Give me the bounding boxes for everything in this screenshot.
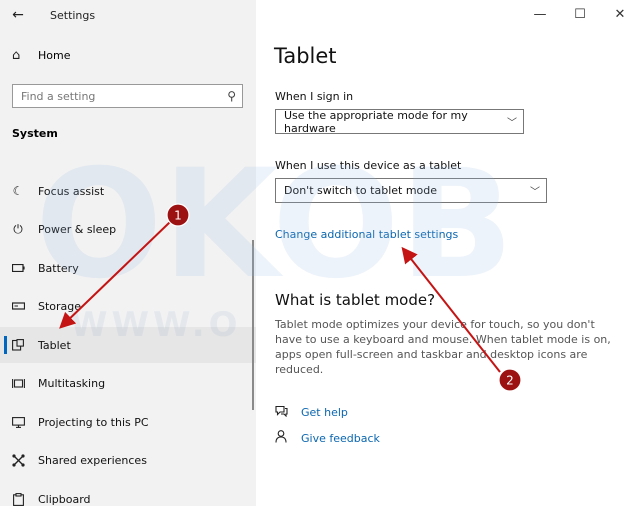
sidebar-item-storage[interactable]: Storage — [0, 288, 256, 324]
sign-in-value: Use the appropriate mode for my hardware — [284, 108, 468, 135]
home-label: Home — [38, 49, 71, 62]
close-button[interactable]: ✕ — [600, 0, 640, 28]
chevron-down-icon: ﹀ — [530, 187, 540, 198]
title-bar: ← Settings — [0, 0, 256, 30]
sidebar-item-label: Projecting to this PC — [38, 415, 149, 429]
window-controls: — ☐ ✕ — [520, 0, 640, 28]
sidebar-scrollbar[interactable] — [252, 240, 254, 410]
home-nav[interactable]: ⌂ Home — [12, 48, 70, 63]
sidebar-item-label: Clipboard — [38, 492, 91, 506]
battery-icon — [10, 264, 26, 272]
sidebar-item-label: Power & sleep — [38, 222, 117, 236]
search-icon: ⚲ — [227, 89, 236, 103]
change-tablet-settings-link[interactable]: Change additional tablet settings — [275, 228, 458, 241]
search-input[interactable]: Find a setting ⚲ — [12, 84, 243, 108]
get-help-link[interactable]: Get help — [301, 406, 348, 419]
minimize-button[interactable]: — — [520, 0, 560, 28]
tablet-mode-description: Tablet mode optimizes your device for to… — [275, 318, 611, 376]
home-icon: ⌂ — [12, 48, 21, 63]
what-is-tablet-mode-heading: What is tablet mode? — [275, 291, 436, 309]
projecting-icon — [10, 416, 26, 428]
search-placeholder: Find a setting — [21, 89, 96, 103]
page-title: Tablet — [274, 44, 337, 68]
sign-in-label: When I sign in — [275, 90, 354, 103]
sidebar-item-tablet[interactable]: Tablet — [0, 327, 256, 363]
sidebar-item-label: Storage — [38, 299, 82, 313]
sidebar-item-multitasking[interactable]: Multitasking — [0, 365, 256, 401]
sidebar-item-label: Tablet — [38, 338, 71, 352]
sidebar-item-power-sleep[interactable]: ⏻ Power & sleep — [0, 211, 256, 247]
main-content: — ☐ ✕ Tablet When I sign in Use the appr… — [256, 0, 640, 506]
sidebar-item-battery[interactable]: Battery — [0, 250, 256, 286]
power-icon: ⏻ — [13, 221, 23, 236]
sidebar-item-label: Focus assist — [38, 184, 105, 198]
back-arrow-icon: ← — [12, 7, 24, 23]
shared-experiences-icon — [10, 453, 26, 467]
sidebar-item-projecting[interactable]: Projecting to this PC — [0, 404, 256, 440]
get-help-row[interactable]: Get help — [275, 405, 348, 420]
sidebar-item-label: Multitasking — [38, 376, 106, 390]
help-chat-icon — [275, 405, 291, 420]
sidebar-item-label: Battery — [38, 261, 79, 275]
sidebar-item-label: Shared experiences — [38, 453, 147, 467]
sign-in-dropdown[interactable]: Use the appropriate mode for my hardware… — [275, 108, 524, 135]
give-feedback-link[interactable]: Give feedback — [301, 432, 380, 445]
window-title: Settings — [50, 8, 96, 22]
sidebar-item-focus-assist[interactable]: ☾ Focus assist — [0, 173, 256, 209]
as-tablet-dropdown[interactable]: Don't switch to tablet mode ﹀ — [275, 178, 547, 203]
clipboard-icon — [10, 492, 26, 506]
sidebar: ← Settings ⌂ Home Find a setting ⚲ Syste… — [0, 0, 256, 506]
sidebar-item-clipboard[interactable]: Clipboard — [0, 481, 256, 506]
maximize-button[interactable]: ☐ — [560, 0, 600, 28]
section-label: System — [12, 127, 58, 140]
feedback-person-icon — [275, 430, 291, 446]
storage-icon — [10, 302, 26, 310]
tablet-icon — [10, 339, 26, 351]
give-feedback-row[interactable]: Give feedback — [275, 430, 380, 446]
moon-icon: ☾ — [12, 184, 24, 198]
chevron-down-icon: ﹀ — [507, 118, 517, 129]
sidebar-item-shared-experiences[interactable]: Shared experiences — [0, 442, 256, 478]
back-button[interactable]: ← — [0, 0, 36, 30]
multitasking-icon — [10, 378, 26, 389]
as-tablet-label: When I use this device as a tablet — [275, 159, 462, 172]
as-tablet-value: Don't switch to tablet mode — [284, 184, 438, 197]
